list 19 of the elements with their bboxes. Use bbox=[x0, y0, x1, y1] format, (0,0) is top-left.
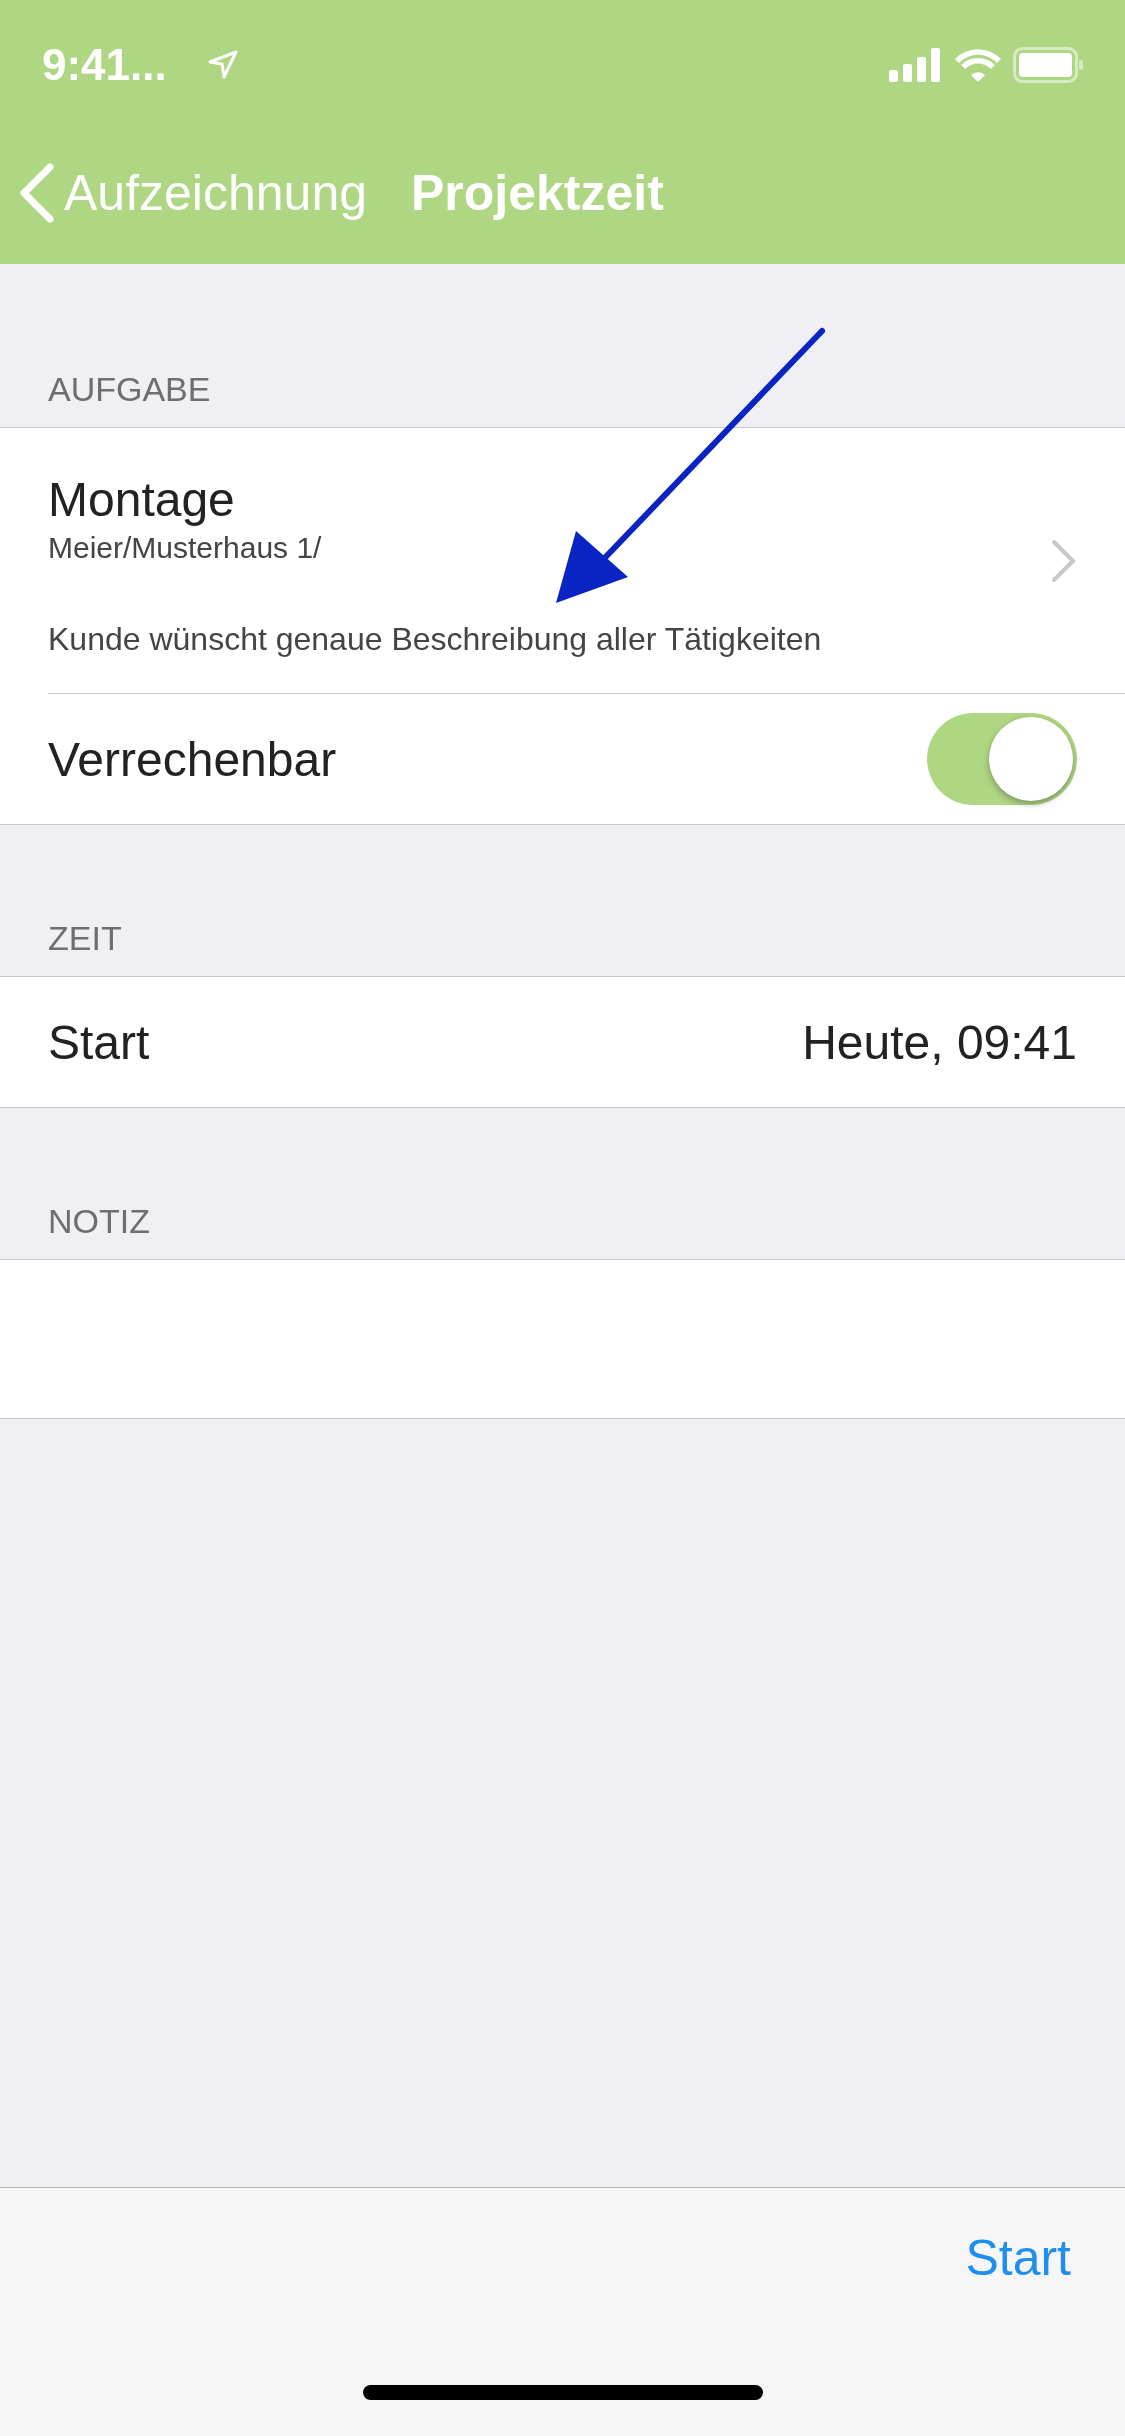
back-chevron-icon bbox=[20, 163, 54, 223]
back-button[interactable]: Aufzeichnung bbox=[20, 163, 367, 223]
task-subtitle: Meier/Musterhaus 1/ bbox=[48, 530, 323, 565]
task-description: Kunde wünscht genaue Beschreibung aller Tätigkeiten bbox=[48, 620, 823, 658]
nav-title: Projektzeit bbox=[411, 164, 664, 222]
task-title: Montage bbox=[48, 471, 236, 527]
section-header: NOTIZ bbox=[47, 1201, 151, 1242]
wifi-icon bbox=[955, 48, 1001, 82]
battery-icon bbox=[1013, 47, 1083, 83]
signal-icon bbox=[889, 48, 943, 82]
section-header: AUFGABE bbox=[47, 369, 212, 410]
row-label: Verrechenbar bbox=[48, 731, 337, 787]
status-time: 9:41... bbox=[42, 40, 167, 90]
chevron-icon bbox=[1051, 538, 1077, 583]
row-label: Start bbox=[48, 1014, 150, 1070]
location-icon bbox=[206, 49, 239, 81]
row-value: Heute, 09:41 bbox=[802, 1014, 1077, 1070]
start-button[interactable]: Start bbox=[959, 2228, 1077, 2288]
section-header: ZEIT bbox=[47, 918, 123, 959]
